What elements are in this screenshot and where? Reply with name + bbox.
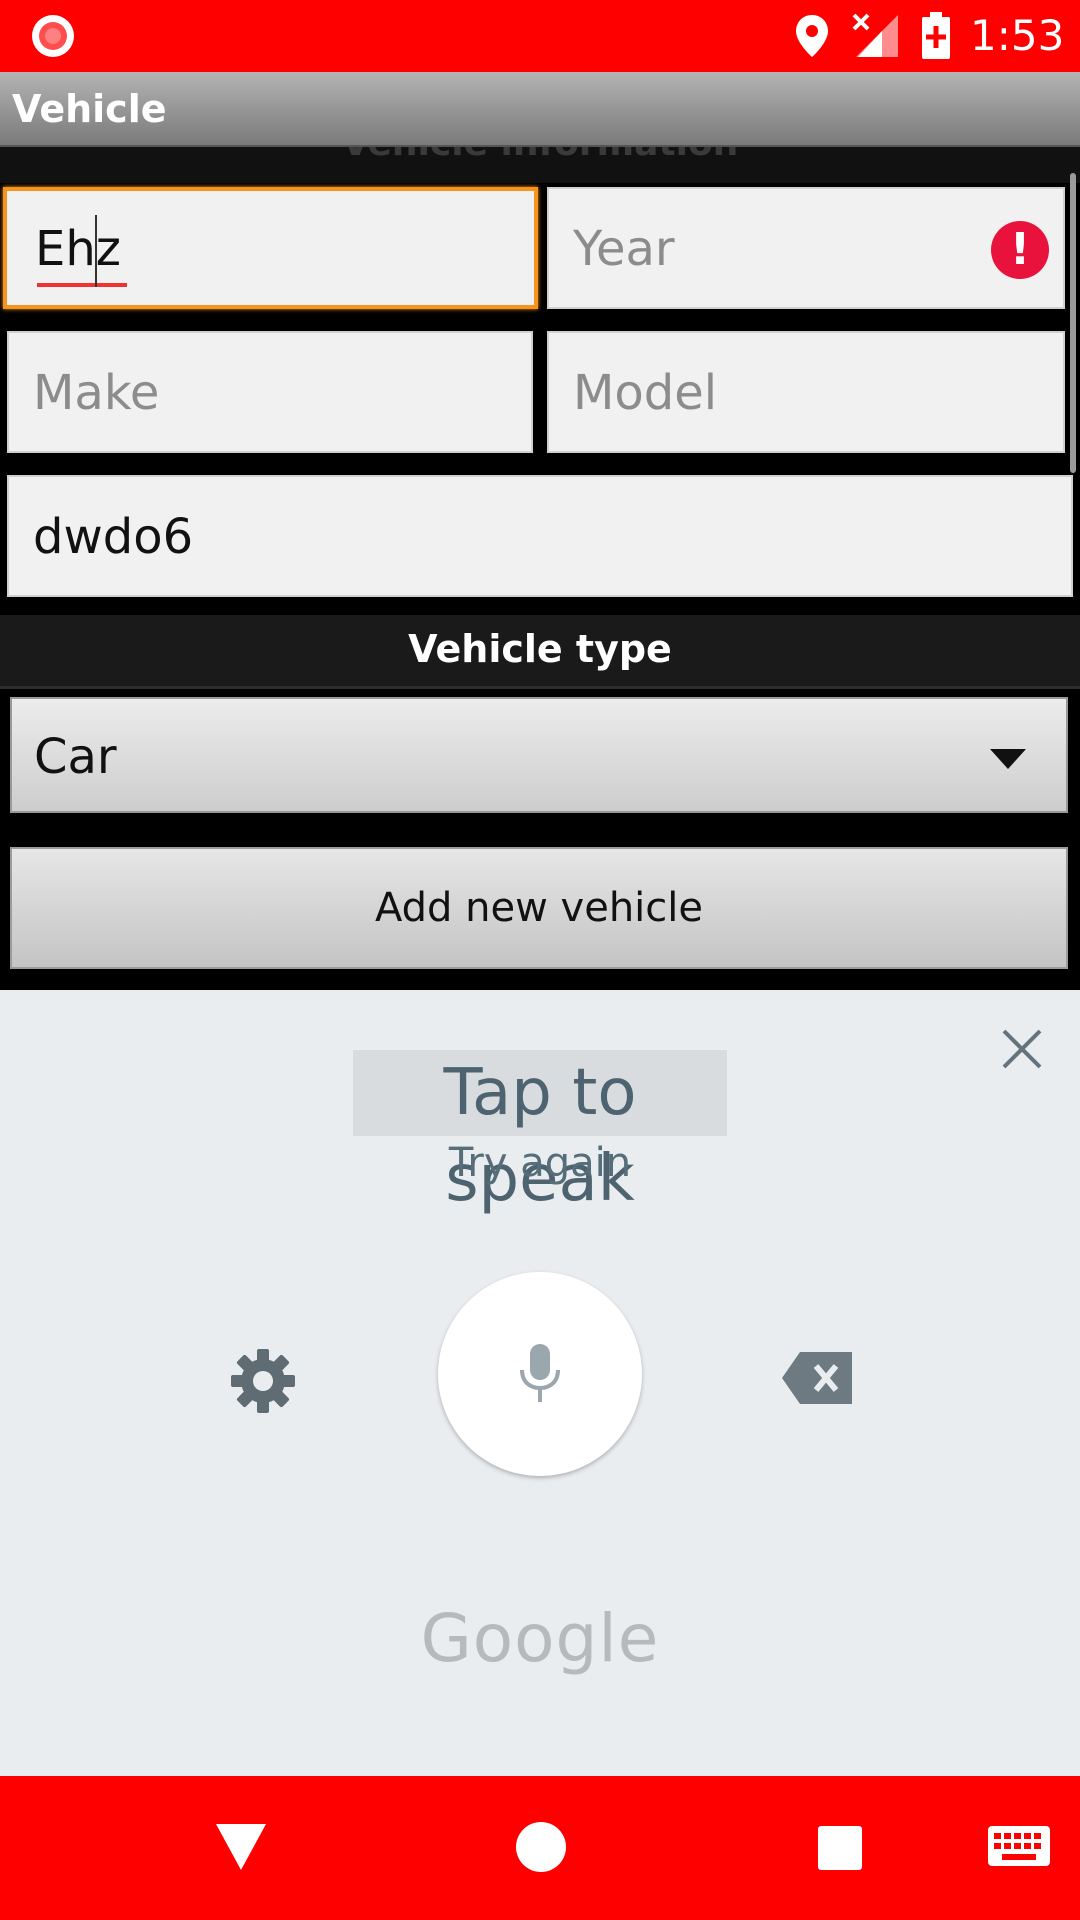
plate-value: dwdo6: [33, 509, 194, 565]
page-title: Vehicle: [12, 87, 167, 131]
spellcheck-underline: [37, 283, 127, 287]
make-placeholder: Make: [33, 365, 160, 421]
no-signal-icon: [852, 13, 898, 57]
error-icon: !: [991, 221, 1049, 279]
voice-status: Try again: [448, 1140, 632, 1186]
recents-icon[interactable]: [818, 1826, 862, 1870]
voice-input-panel: Tap to speak Try again Google: [0, 990, 1080, 1776]
vehicle-type-dropdown[interactable]: Car: [10, 697, 1068, 813]
section-header-label: Vehicle information: [0, 147, 1080, 164]
vehicle-type-label: Vehicle type: [408, 627, 672, 671]
text-cursor: [95, 215, 97, 287]
vehicle-form: Vehicle information Ehz Year ! Make Mode…: [0, 147, 1080, 990]
action-bar: Vehicle: [0, 72, 1080, 147]
add-vehicle-button[interactable]: Add new vehicle: [10, 847, 1068, 969]
back-icon[interactable]: [214, 1822, 268, 1872]
battery-charging-icon: [922, 12, 950, 59]
section-header: Vehicle information: [0, 147, 1080, 183]
year-input[interactable]: Year !: [547, 187, 1065, 309]
model-placeholder: Model: [573, 365, 718, 421]
tap-to-speak-prompt[interactable]: Tap to speak: [353, 1050, 727, 1216]
google-logo: Google: [420, 1600, 660, 1677]
dropdown-arrow-icon: [990, 749, 1026, 769]
make-input[interactable]: Make: [7, 331, 533, 453]
vehicle-type-selected: Car: [34, 729, 117, 785]
plate-input[interactable]: dwdo6: [7, 475, 1073, 597]
year-placeholder: Year: [573, 221, 675, 277]
vehicle-name-input[interactable]: Ehz: [3, 187, 538, 309]
vehicle-name-value: Ehz: [35, 221, 121, 277]
close-icon[interactable]: [998, 1025, 1046, 1073]
home-icon[interactable]: [516, 1822, 566, 1872]
model-input[interactable]: Model: [547, 331, 1065, 453]
vehicle-type-header: Vehicle type: [0, 615, 1080, 689]
scrollbar[interactable]: [1070, 173, 1076, 473]
screen-record-icon: [32, 15, 74, 57]
status-clock: 1:53: [970, 11, 1065, 60]
keyboard-icon[interactable]: [988, 1826, 1050, 1870]
microphone-icon: [520, 1344, 560, 1402]
microphone-button[interactable]: [438, 1272, 642, 1476]
settings-gear-icon[interactable]: [230, 1348, 296, 1414]
backspace-icon[interactable]: [780, 1350, 854, 1406]
location-icon: [796, 15, 828, 57]
status-bar: 1:53: [0, 0, 1080, 72]
navigation-bar: [0, 1776, 1080, 1920]
